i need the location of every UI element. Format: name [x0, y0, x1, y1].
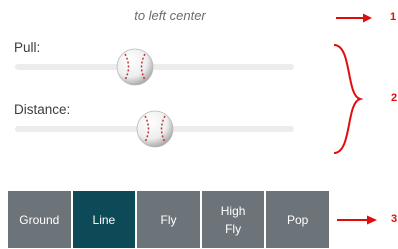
annotation-arrow-3 [337, 215, 377, 225]
annotation-arrow-1 [336, 13, 372, 23]
pull-slider[interactable] [15, 48, 294, 86]
distance-slider-thumb[interactable] [136, 110, 174, 148]
hit-type-label: Fly [160, 212, 177, 227]
hit-type-ground-button[interactable]: Ground [8, 191, 71, 248]
hit-type-high-fly-button[interactable]: High Fly [201, 191, 265, 248]
hit-type-label: Line [92, 212, 116, 227]
annotation-number-3: 3 [391, 213, 398, 225]
baseball-icon [116, 48, 154, 86]
hit-type-label: Pop [286, 212, 309, 227]
hit-type-selector: Ground Line Fly High Fly Pop [8, 191, 329, 248]
hit-direction-label: to left center [134, 8, 206, 23]
hit-type-pop-button[interactable]: Pop [266, 191, 329, 248]
hit-type-line-button[interactable]: Line [72, 191, 136, 248]
annotation-number-1: 1 [390, 11, 397, 23]
distance-slider[interactable] [15, 110, 294, 148]
annotation-brace-2 [333, 44, 364, 154]
pull-slider-track[interactable] [15, 64, 294, 70]
baseball-icon [136, 110, 173, 148]
hit-type-label: Ground [19, 212, 60, 227]
hit-type-label: High Fly [220, 203, 246, 236]
pull-slider-thumb[interactable] [116, 48, 154, 86]
annotation-number-2: 2 [391, 92, 398, 104]
hit-type-fly-button[interactable]: Fly [137, 191, 200, 248]
